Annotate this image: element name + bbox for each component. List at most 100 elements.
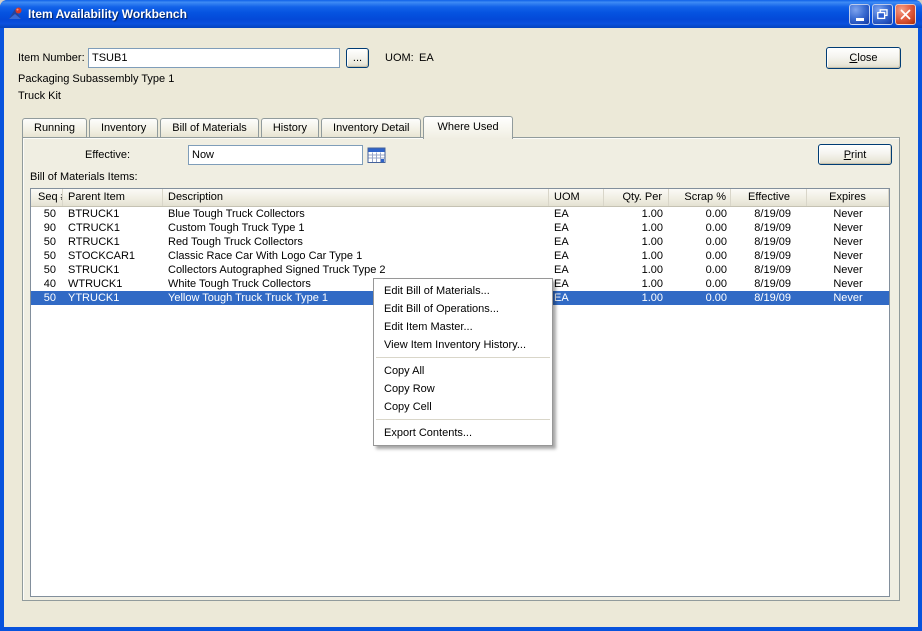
- item-number-label: Item Number:: [18, 52, 85, 64]
- table-cell: 50: [43, 292, 56, 304]
- uom-value: EA: [419, 52, 434, 64]
- item-description-line2: Truck Kit: [18, 90, 61, 102]
- table-cell: WTRUCK1: [68, 278, 123, 290]
- window-title: Item Availability Workbench: [28, 7, 187, 21]
- column-header-uom[interactable]: UOM: [549, 189, 604, 206]
- minimize-icon: [855, 18, 864, 21]
- table-row[interactable]: 50 RTRUCK1 Red Tough Truck Collectors EA 1.0…: [31, 235, 889, 249]
- column-header-description[interactable]: Description: [163, 189, 549, 206]
- context-menu: Edit Bill of Materials... Edit Bill of Op…: [373, 278, 553, 446]
- table-cell: EA: [554, 264, 569, 276]
- restore-button[interactable]: [872, 4, 893, 25]
- titlebar[interactable]: Item Availability Workbench: [0, 0, 922, 28]
- calendar-picker-button[interactable]: [367, 146, 386, 164]
- close-window-button[interactable]: [895, 4, 916, 25]
- column-header-scrap[interactable]: Scrap %: [669, 189, 731, 206]
- table-cell: EA: [554, 292, 569, 304]
- table-cell: Never: [833, 208, 863, 220]
- column-header-qty-per[interactable]: Qty. Per: [604, 189, 669, 206]
- uom-label: UOM:: [385, 52, 414, 64]
- menu-item-copy-all[interactable]: Copy All: [374, 362, 552, 380]
- table-cell: EA: [554, 222, 569, 234]
- restore-icon: [877, 9, 888, 20]
- table-cell: Red Tough Truck Collectors: [168, 236, 303, 248]
- close-icon: [900, 9, 911, 20]
- table-row[interactable]: 50 BTRUCK1 Blue Tough Truck Collectors EA 1.…: [31, 207, 889, 221]
- menu-item-copy-cell[interactable]: Copy Cell: [374, 398, 552, 416]
- table-cell: Collectors Autographed Signed Truck Type…: [168, 264, 386, 276]
- table-cell: 50: [43, 264, 56, 276]
- tab-inventory[interactable]: Inventory: [88, 118, 159, 137]
- table-cell: 50: [43, 250, 56, 262]
- column-header-effective[interactable]: Effective: [731, 189, 807, 206]
- column-header-parent-item[interactable]: Parent Item: [63, 189, 163, 206]
- table-cell: 0.00: [705, 264, 727, 276]
- tab-history[interactable]: History: [260, 118, 320, 137]
- table-row[interactable]: 50 STOCKCAR1 Classic Race Car With Logo Ca…: [31, 249, 889, 263]
- table-cell: 0.00: [705, 278, 727, 290]
- table-cell: 90: [43, 222, 56, 234]
- client-area: Item Number: ... UOM: EA Close Packaging…: [4, 28, 918, 627]
- table-cell: 0.00: [705, 292, 727, 304]
- column-header-expires[interactable]: Expires: [807, 189, 889, 206]
- menu-item-edit-bill-of-operations[interactable]: Edit Bill of Operations...: [374, 300, 552, 318]
- table-cell: 8/19/09: [754, 236, 791, 248]
- table-cell: 50: [43, 236, 56, 248]
- table-cell: 1.00: [641, 278, 663, 290]
- menu-separator: [376, 357, 550, 358]
- table-cell: EA: [554, 208, 569, 220]
- table-cell: 8/19/09: [754, 278, 791, 290]
- table-cell: CTRUCK1: [68, 222, 120, 234]
- calendar-icon: [367, 147, 386, 163]
- menu-item-edit-item-master[interactable]: Edit Item Master...: [374, 318, 552, 336]
- browse-button[interactable]: ...: [346, 48, 369, 68]
- table-cell: EA: [554, 250, 569, 262]
- table-cell: 40: [43, 278, 56, 290]
- tab-inventory-detail[interactable]: Inventory Detail: [321, 118, 422, 137]
- table-cell: 1.00: [641, 292, 663, 304]
- tab-where-used[interactable]: Where Used: [423, 116, 513, 139]
- menu-item-export-contents[interactable]: Export Contents...: [374, 424, 552, 442]
- table-cell: Never: [833, 292, 863, 304]
- minimize-button[interactable]: [849, 4, 870, 25]
- table-cell: EA: [554, 278, 569, 290]
- table-cell: 8/19/09: [754, 222, 791, 234]
- effective-input[interactable]: [188, 145, 363, 165]
- item-number-input[interactable]: [88, 48, 340, 68]
- grid-header: Seq #Parent ItemDescriptionUOMQty. PerSc…: [31, 189, 889, 207]
- tab-bar: Running Inventory Bill of Materials History…: [22, 115, 515, 139]
- table-cell: 8/19/09: [754, 250, 791, 262]
- tab-bill-of-materials[interactable]: Bill of Materials: [160, 118, 259, 137]
- table-cell: Custom Tough Truck Type 1: [168, 222, 305, 234]
- item-description-line1: Packaging Subassembly Type 1: [18, 73, 175, 85]
- menu-item-view-item-inventory-history[interactable]: View Item Inventory History...: [374, 336, 552, 354]
- table-cell: 0.00: [705, 208, 727, 220]
- table-cell: 1.00: [641, 250, 663, 262]
- table-cell: YTRUCK1: [68, 292, 120, 304]
- menu-separator: [376, 419, 550, 420]
- table-cell: 8/19/09: [754, 292, 791, 304]
- table-cell: RTRUCK1: [68, 236, 120, 248]
- table-cell: 0.00: [705, 250, 727, 262]
- menu-item-edit-bill-of-materials[interactable]: Edit Bill of Materials...: [374, 282, 552, 300]
- app-icon[interactable]: [7, 6, 23, 22]
- table-row[interactable]: 50 STRUCK1 Collectors Autographed Signed T…: [31, 263, 889, 277]
- table-cell: 1.00: [641, 208, 663, 220]
- column-header-seq[interactable]: Seq #: [31, 189, 63, 206]
- table-cell: 8/19/09: [754, 208, 791, 220]
- bom-items-label: Bill of Materials Items:: [30, 171, 138, 183]
- table-cell: Never: [833, 278, 863, 290]
- print-button[interactable]: Print: [818, 144, 892, 165]
- table-cell: Never: [833, 250, 863, 262]
- table-cell: 1.00: [641, 236, 663, 248]
- table-cell: 50: [43, 208, 56, 220]
- close-button[interactable]: Close: [826, 47, 901, 69]
- table-cell: Never: [833, 264, 863, 276]
- table-cell: 0.00: [705, 236, 727, 248]
- table-row[interactable]: 90 CTRUCK1 Custom Tough Truck Type 1 EA 1.00…: [31, 221, 889, 235]
- table-cell: 8/19/09: [754, 264, 791, 276]
- menu-item-copy-row[interactable]: Copy Row: [374, 380, 552, 398]
- table-cell: BTRUCK1: [68, 208, 120, 220]
- tab-running[interactable]: Running: [22, 118, 87, 137]
- effective-label: Effective:: [85, 149, 131, 161]
